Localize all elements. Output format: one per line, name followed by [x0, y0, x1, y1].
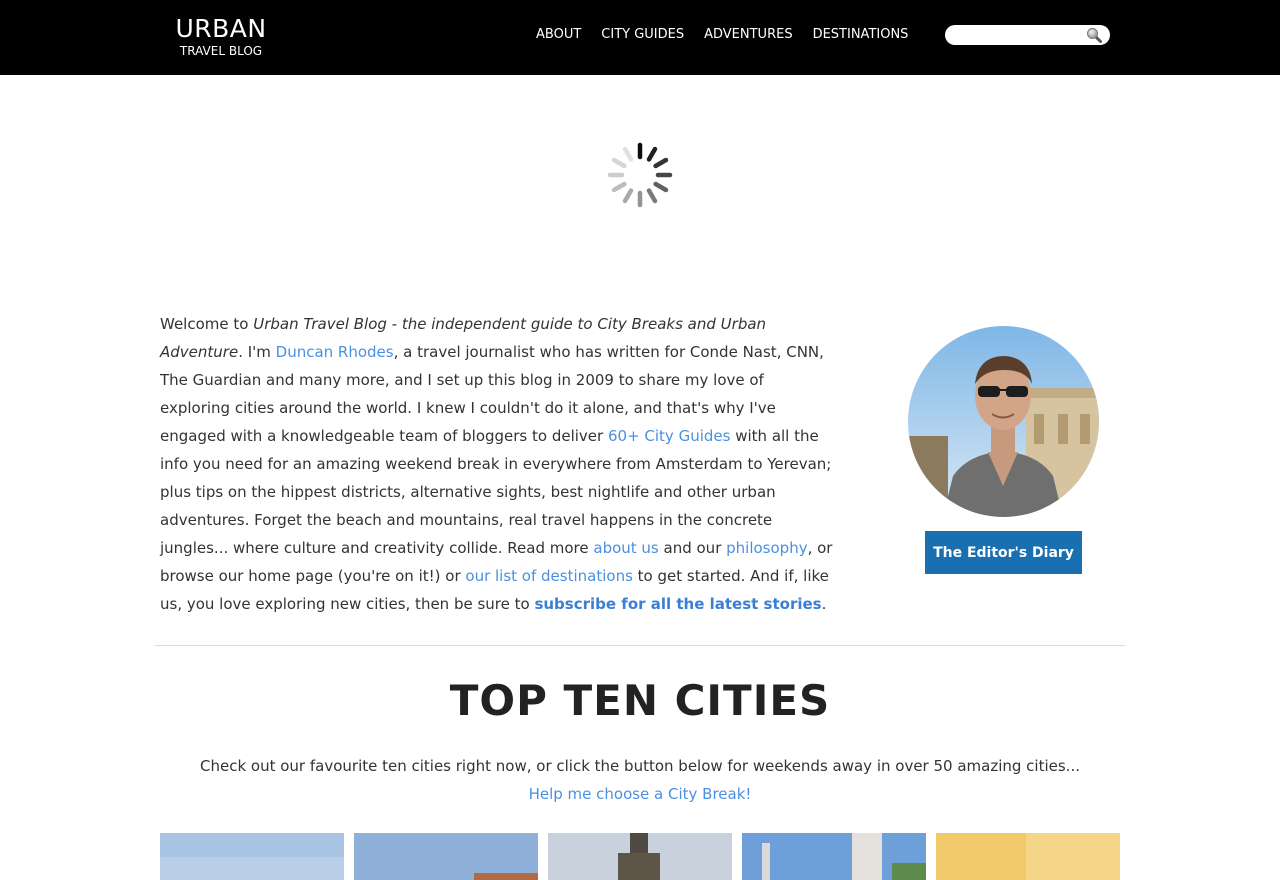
city-thumbnail-4[interactable] [742, 833, 926, 880]
intro-text-1: Welcome to [160, 315, 254, 333]
editors-diary-button[interactable]: The Editor's Diary [925, 531, 1082, 574]
site-header: URBAN TRAVEL BLOG ABOUT CITY GUIDES ADVE… [0, 0, 1280, 75]
loading-spinner-icon [607, 142, 673, 208]
top-ten-link-row: Help me choose a City Break! [0, 782, 1280, 806]
destinations-link[interactable]: our list of destinations [465, 567, 633, 585]
city-guides-link[interactable]: 60+ City Guides [608, 427, 730, 445]
intro-text-4: with all the info you need for an amazin… [160, 427, 832, 557]
logo-title: URBAN [175, 14, 267, 43]
about-us-link[interactable]: about us [593, 539, 658, 557]
nav-destinations[interactable]: DESTINATIONS [813, 27, 909, 43]
intro-paragraph: Welcome to Urban Travel Blog - the indep… [160, 310, 835, 618]
top-ten-description: Check out our favourite ten cities right… [200, 757, 1080, 775]
subscribe-link[interactable]: subscribe for all the latest stories [534, 595, 821, 613]
editor-avatar[interactable] [908, 326, 1099, 517]
intro-text-2: . I'm [238, 343, 276, 361]
city-thumbnail-2[interactable] [354, 833, 538, 880]
top-ten-heading: TOP TEN CITIES [449, 676, 831, 725]
intro-text-5: and our [658, 539, 727, 557]
section-divider [155, 645, 1125, 646]
city-thumbnails [160, 833, 1120, 880]
choose-city-break-link[interactable]: Help me choose a City Break! [529, 785, 752, 803]
author-link[interactable]: Duncan Rhodes [276, 343, 394, 361]
main-nav: ABOUT CITY GUIDES ADVENTURES DESTINATION… [536, 27, 908, 43]
search-box [945, 25, 1110, 45]
nav-city-guides[interactable]: CITY GUIDES [601, 27, 684, 43]
logo-subtitle: TRAVEL BLOG [179, 44, 263, 58]
city-thumbnail-3[interactable] [548, 833, 732, 880]
nav-adventures[interactable]: ADVENTURES [704, 27, 792, 43]
intro-text-8: . [821, 595, 827, 613]
site-logo[interactable]: URBAN TRAVEL BLOG [175, 14, 267, 58]
philosophy-link[interactable]: philosophy [726, 539, 807, 557]
nav-about[interactable]: ABOUT [536, 27, 581, 43]
search-icon[interactable] [1086, 27, 1102, 43]
city-thumbnail-1[interactable] [160, 833, 344, 880]
search-input[interactable] [953, 27, 1083, 43]
city-thumbnail-5[interactable] [936, 833, 1120, 880]
